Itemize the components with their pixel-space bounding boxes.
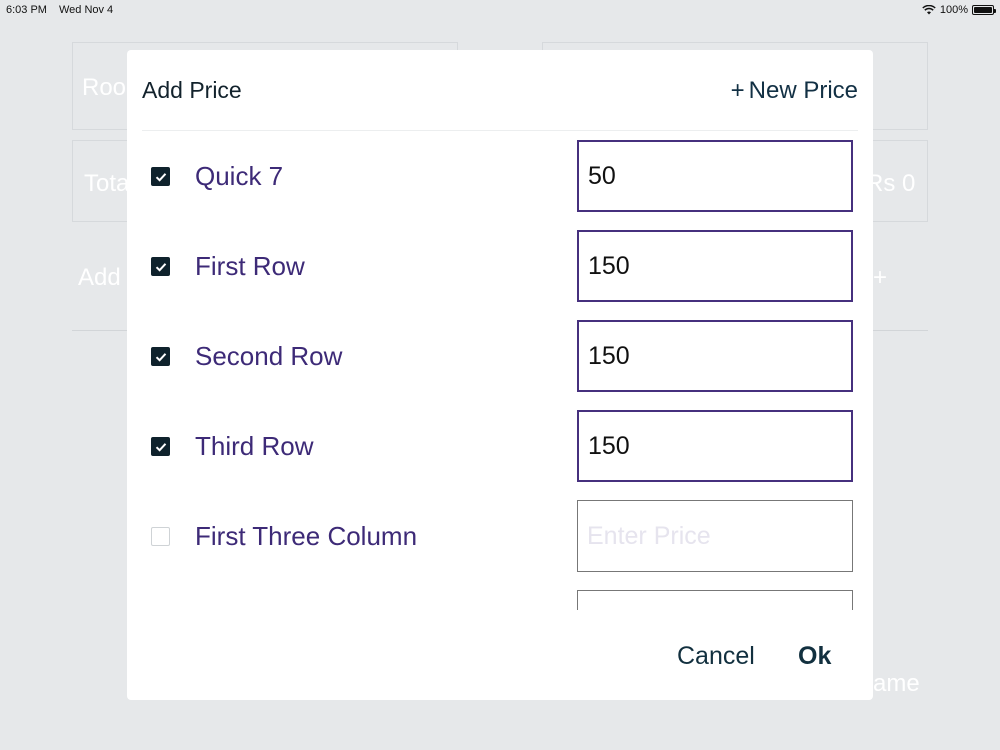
background-total-value: Rs 0	[866, 170, 916, 197]
price-row-first-three-column: First Three Column	[127, 500, 873, 572]
price-list[interactable]: Quick 7 First Row Second Row Third Row	[127, 140, 873, 610]
status-left: 6:03 PM Wed Nov 4	[6, 4, 113, 16]
checkbox-first-three-column[interactable]	[151, 527, 170, 546]
price-row-third-row: Third Row	[127, 410, 873, 482]
checkmark-icon	[155, 352, 166, 362]
checkbox-second-row[interactable]	[151, 347, 170, 366]
battery-percent: 100%	[939, 4, 968, 16]
price-input-third-row[interactable]	[577, 410, 853, 482]
price-input-first-three-column[interactable]	[577, 500, 853, 572]
dialog-footer: Cancel Ok	[127, 630, 873, 690]
add-price-dialog: Add Price + New Price Quick 7 First Row	[127, 50, 873, 700]
battery-icon	[972, 5, 996, 15]
price-input-second-row[interactable]	[577, 320, 853, 392]
price-row-second-row: Second Row	[127, 320, 873, 392]
price-input-quick-7[interactable]	[577, 140, 853, 212]
checkmark-icon	[155, 172, 166, 182]
battery-fill	[974, 7, 992, 13]
dialog-title: Add Price	[142, 77, 242, 103]
row-label: Third Row	[195, 431, 314, 461]
checkmark-icon	[155, 442, 166, 452]
background-total-label: Tota	[84, 170, 130, 197]
row-label: Quick 7	[195, 161, 284, 191]
cancel-button[interactable]: Cancel	[677, 642, 755, 671]
row-label: Second Row	[195, 341, 343, 371]
ok-button[interactable]: Ok	[798, 642, 831, 671]
header-divider	[142, 130, 858, 131]
price-row-partial	[127, 590, 873, 610]
new-price-label: New Price	[748, 76, 858, 104]
status-time: 6:03 PM	[6, 4, 47, 16]
price-row-quick-7: Quick 7	[127, 140, 873, 212]
status-right: 100%	[922, 4, 996, 16]
background-add-plus: +	[873, 264, 888, 291]
status-bar: 6:03 PM Wed Nov 4 100%	[0, 0, 1000, 20]
checkbox-third-row[interactable]	[151, 437, 170, 456]
price-input-partial[interactable]	[577, 590, 853, 610]
row-label: First Row	[195, 251, 305, 281]
checkmark-icon	[155, 262, 166, 272]
checkbox-first-row[interactable]	[151, 257, 170, 276]
background-bottom-text: ame	[873, 670, 920, 697]
price-row-first-row: First Row	[127, 230, 873, 302]
row-label: First Three Column	[195, 521, 418, 551]
wifi-icon	[922, 5, 936, 15]
dialog-header: Add Price + New Price	[127, 50, 873, 131]
price-input-first-row[interactable]	[577, 230, 853, 302]
background-add-label: Add	[78, 264, 121, 291]
new-price-button[interactable]: + New Price	[731, 77, 858, 105]
checkbox-quick-7[interactable]	[151, 167, 170, 186]
plus-icon: +	[730, 76, 745, 104]
background-room-label: Roo	[82, 74, 127, 101]
status-date: Wed Nov 4	[58, 4, 114, 16]
